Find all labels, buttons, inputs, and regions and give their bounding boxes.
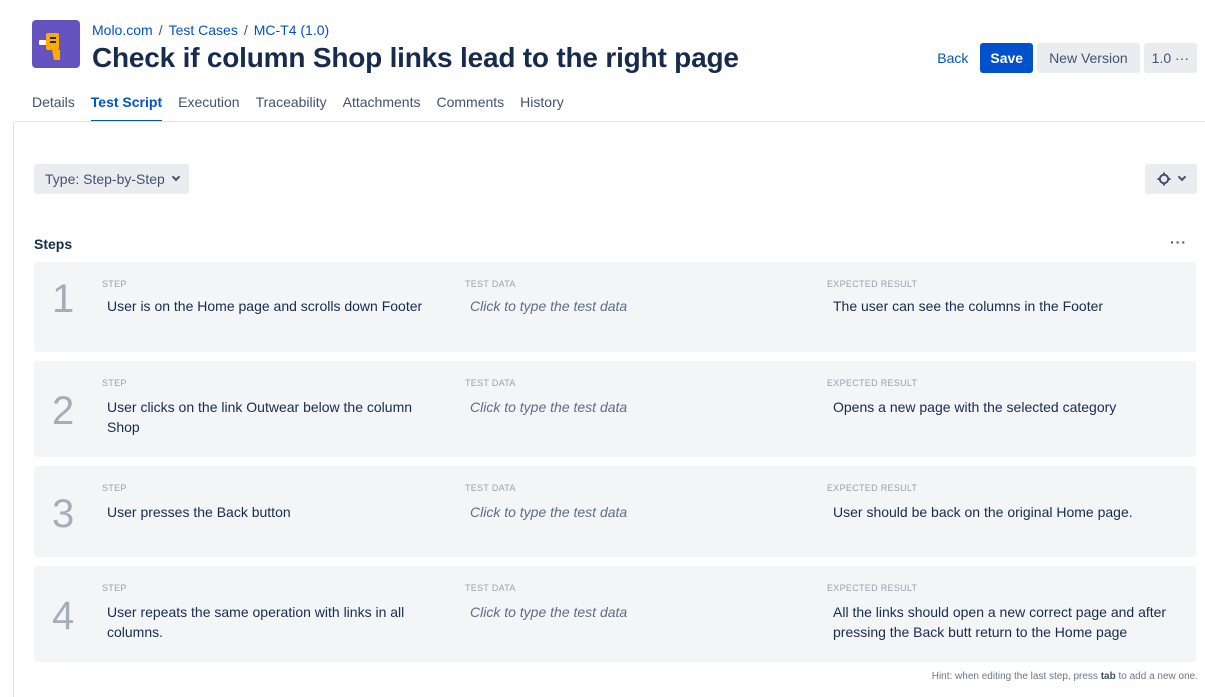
tab-bar: Details Test Script Execution Traceabili… — [24, 94, 572, 122]
step-column-label: STEP — [102, 378, 127, 388]
save-button[interactable]: Save — [980, 43, 1034, 73]
tab-details[interactable]: Details — [24, 94, 83, 122]
breadcrumb-project-link[interactable]: Molo.com — [92, 22, 153, 38]
page-header: Molo.com / Test Cases / MC-T4 (1.0) Chec… — [0, 0, 1205, 122]
expected-result-field[interactable]: Opens a new page with the selected categ… — [833, 397, 1183, 417]
test-data-field[interactable]: Click to type the test data — [470, 296, 800, 316]
step-column-label: STEP — [102, 483, 127, 493]
version-menu-button[interactable]: 1.0 ··· — [1143, 43, 1197, 73]
expected-result-field[interactable]: User should be back on the original Home… — [833, 502, 1183, 522]
tab-history[interactable]: History — [512, 94, 572, 122]
gear-icon — [1157, 172, 1171, 186]
project-drill-icon[interactable] — [32, 20, 80, 68]
step-row[interactable]: 3 STEP TEST DATA EXPECTED RESULT User pr… — [34, 466, 1196, 557]
step-description[interactable]: User repeats the same operation with lin… — [107, 602, 447, 642]
step-number: 3 — [52, 492, 75, 536]
step-number: 4 — [52, 594, 75, 638]
step-description[interactable]: User presses the Back button — [107, 502, 447, 522]
step-row[interactable]: 4 STEP TEST DATA EXPECTED RESULT User re… — [34, 566, 1196, 662]
step-row[interactable]: 1 STEP TEST DATA EXPECTED RESULT User is… — [34, 262, 1196, 352]
steps-heading: Steps — [34, 236, 73, 252]
hint-key: tab — [1100, 671, 1116, 682]
chevron-down-icon — [1177, 172, 1187, 182]
back-button[interactable]: Back — [929, 43, 976, 73]
step-number: 2 — [52, 389, 75, 433]
tab-comments[interactable]: Comments — [428, 94, 512, 122]
test-data-column-label: TEST DATA — [465, 583, 516, 593]
expected-result-column-label: EXPECTED RESULT — [827, 378, 918, 388]
step-column-label: STEP — [102, 279, 127, 289]
tab-test-script[interactable]: Test Script — [83, 94, 170, 122]
chevron-down-icon — [171, 172, 181, 182]
hint-prefix: Hint: when editing the last step, press — [931, 671, 1098, 682]
test-data-column-label: TEST DATA — [465, 378, 516, 388]
page-title: Check if column Shop links lead to the r… — [92, 42, 739, 73]
breadcrumb-separator: / — [158, 22, 163, 38]
header-actions: Back Save New Version 1.0 ··· — [929, 43, 1197, 73]
step-number: 1 — [52, 277, 75, 321]
step-column-label: STEP — [102, 583, 127, 593]
test-data-column-label: TEST DATA — [465, 483, 516, 493]
step-row[interactable]: 2 STEP TEST DATA EXPECTED RESULT User cl… — [34, 361, 1196, 457]
expected-result-column-label: EXPECTED RESULT — [827, 583, 918, 593]
content-left-border — [13, 122, 14, 697]
breadcrumb-case-link[interactable]: MC-T4 (1.0) — [254, 22, 329, 38]
breadcrumb-separator: / — [243, 22, 248, 38]
type-select-dropdown[interactable]: Type: Step-by-Step — [34, 164, 189, 194]
editing-hint: Hint: when editing the last step, press … — [932, 671, 1198, 682]
expected-result-field[interactable]: The user can see the columns in the Foot… — [833, 296, 1183, 316]
test-data-field[interactable]: Click to type the test data — [470, 397, 800, 417]
tab-execution[interactable]: Execution — [170, 94, 247, 122]
step-description[interactable]: User clicks on the link Outwear below th… — [107, 397, 447, 437]
test-data-column-label: TEST DATA — [465, 279, 516, 289]
test-data-field[interactable]: Click to type the test data — [470, 602, 800, 622]
tab-traceability[interactable]: Traceability — [248, 94, 335, 122]
expected-result-column-label: EXPECTED RESULT — [827, 279, 918, 289]
header-divider — [14, 121, 1205, 122]
expected-result-field[interactable]: All the links should open a new correct … — [833, 602, 1178, 642]
new-version-button[interactable]: New Version — [1037, 43, 1140, 73]
test-data-field[interactable]: Click to type the test data — [470, 502, 800, 522]
expected-result-column-label: EXPECTED RESULT — [827, 483, 918, 493]
settings-dropdown-button[interactable] — [1145, 164, 1197, 194]
step-description[interactable]: User is on the Home page and scrolls dow… — [107, 296, 447, 316]
type-select-label: Type: Step-by-Step — [45, 171, 165, 187]
breadcrumb: Molo.com / Test Cases / MC-T4 (1.0) — [92, 22, 329, 38]
tab-attachments[interactable]: Attachments — [335, 94, 429, 122]
steps-more-menu[interactable]: ··· — [1170, 234, 1187, 250]
hint-suffix: to add a new one. — [1118, 671, 1198, 682]
breadcrumb-test-cases-link[interactable]: Test Cases — [169, 22, 238, 38]
